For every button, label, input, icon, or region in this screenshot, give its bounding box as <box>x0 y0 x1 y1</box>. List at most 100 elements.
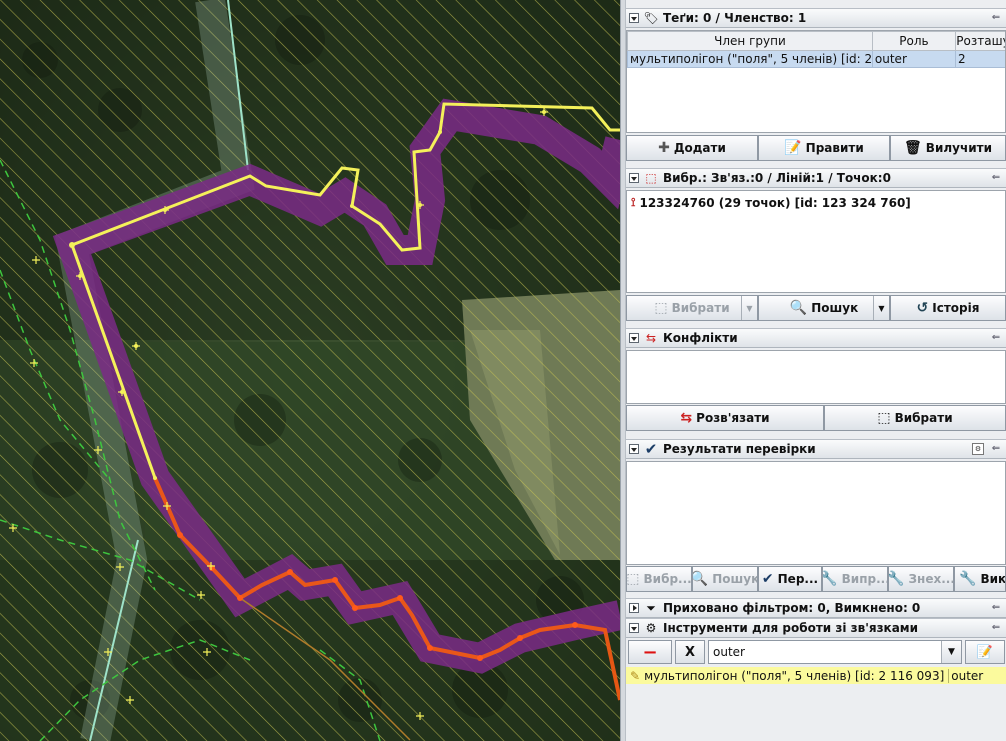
validation-search-label: Пошук <box>712 572 758 586</box>
select-button-label: Вибрати <box>671 301 730 315</box>
trash-icon: 🗑 <box>904 140 922 156</box>
validation-select-label: Вибр... <box>643 572 692 586</box>
selection-panel-header[interactable]: ⬚ Вибр.: Зв'яз.:0 / Ліній:1 / Точок:0 ⇐ <box>626 168 1006 188</box>
pin-icon[interactable]: ⇐ <box>988 12 1004 24</box>
edit-icon: 📝 <box>976 644 994 660</box>
map-canvas[interactable] <box>0 0 620 741</box>
collapse-toggle[interactable] <box>629 333 639 343</box>
delete-button-label: Вилучити <box>925 141 992 155</box>
apply-role-button[interactable]: 📝 <box>965 640 1005 664</box>
collapse-toggle[interactable] <box>629 173 639 183</box>
expand-toggle[interactable] <box>629 603 639 613</box>
validate-button[interactable]: ✔ Пер... <box>758 566 822 592</box>
resolve-button-label: Розв'язати <box>696 411 770 425</box>
role-combo[interactable]: outer ▼ <box>708 640 962 664</box>
validation-select-button[interactable]: ⬚ Вибр... <box>626 566 692 592</box>
conflicts-select-button[interactable]: ⬚ Вибрати <box>824 405 1006 431</box>
select-icon: ⬚ <box>626 571 640 587</box>
membership-table-area[interactable]: Член групи Роль Розташу мультиполігон ("… <box>626 30 1006 133</box>
position-cell[interactable]: 2 <box>955 50 1005 68</box>
search-button-label: Пошук <box>811 301 859 315</box>
add-button-label: Додати <box>673 141 726 155</box>
select-icon: ⬚ <box>877 410 891 426</box>
chevron-down-icon[interactable]: ▼ <box>873 296 889 320</box>
history-icon: ↺ <box>916 300 929 316</box>
validation-results[interactable] <box>626 461 1006 565</box>
list-item[interactable]: ⟟ 123324760 (29 точок) [id: 123 324 760] <box>631 195 911 210</box>
edit-icon: 📝 <box>784 140 802 156</box>
tag-icon: 🏷 <box>643 11 659 25</box>
settings-icon[interactable]: ⚙ <box>972 443 984 455</box>
filter-panel-title: Приховано фільтром: 0, Вимкнено: 0 <box>663 601 921 615</box>
pin-icon[interactable]: ⇐ <box>988 332 1004 344</box>
pin-icon[interactable]: ⇐ <box>988 622 1004 634</box>
tags-panel-title: Теґи: 0 / Членство: 1 <box>663 11 807 25</box>
add-button[interactable]: ✚ Додати <box>626 135 758 161</box>
ignore-button-label: Знех... <box>908 572 954 586</box>
wrench-icon: 🔧 <box>888 571 905 587</box>
history-button-label: Історія <box>932 301 980 315</box>
multipolygon-icon: ✎ <box>630 668 641 683</box>
fix-button-label: Випр... <box>841 572 888 586</box>
search-icon: 🔍 <box>692 571 709 587</box>
wrench-icon: 🔧 <box>959 571 977 587</box>
validation-search-button[interactable]: 🔍 Пошук <box>692 566 758 592</box>
relation-tools-header[interactable]: ⚙ Інструменти для роботи зі зв'язками ⇐ <box>626 618 1006 638</box>
table-row[interactable]: мультиполігон ("поля", 5 членів) [id: 2 … <box>627 50 1005 68</box>
select-icon: ⬚ <box>654 300 668 316</box>
edit-button[interactable]: 📝 Правити <box>758 135 890 161</box>
conflicts-panel-header[interactable]: ⇆ Конфлікти ⇐ <box>626 328 1006 348</box>
column-header-role[interactable]: Роль <box>871 31 957 51</box>
member-cell[interactable]: мультиполігон ("поля", 5 членів) [id: 2 … <box>627 50 873 68</box>
selection-item-label: 123324760 (29 точок) [id: 123 324 760] <box>639 195 911 210</box>
validation-panel-title: Результати перевірки <box>663 442 816 456</box>
map-view[interactable] <box>0 0 620 741</box>
history-button[interactable]: ↺ Історія <box>890 295 1006 321</box>
relation-tools-title: Інструменти для роботи зі зв'язками <box>663 621 919 635</box>
relation-tools-icon: ⚙ <box>645 621 657 635</box>
wrench-icon: 🔧 <box>823 571 838 587</box>
filter-icon: ⏷ <box>646 600 656 615</box>
way-icon: ⟟ <box>631 195 636 209</box>
edit-button-label: Правити <box>805 141 864 155</box>
clear-button[interactable]: X <box>675 640 705 664</box>
resolve-button[interactable]: ⇆ Розв'язати <box>626 405 824 431</box>
collapse-toggle[interactable] <box>629 444 639 454</box>
validation-panel-header[interactable]: ✔ Результати перевірки ⚙ ⇐ <box>626 439 1006 459</box>
pin-icon[interactable]: ⇐ <box>988 602 1004 614</box>
fix-button[interactable]: 🔧 Випр... <box>822 566 888 592</box>
fix-all-label: Викл <box>980 572 1006 586</box>
relation-item-role: outer <box>948 668 983 683</box>
select-button[interactable]: ⬚ Вибрати ▼ <box>626 295 758 321</box>
collapse-toggle[interactable] <box>629 623 639 633</box>
column-header-member[interactable]: Член групи <box>627 31 873 51</box>
role-combo-value: outer <box>713 645 745 659</box>
fix-all-button[interactable]: 🔧 Викл <box>954 566 1006 592</box>
tags-panel-header[interactable]: 🏷 Теґи: 0 / Членство: 1 ⇐ <box>626 8 1006 28</box>
search-icon: 🔍 <box>789 300 808 316</box>
chevron-down-icon[interactable]: ▼ <box>741 296 757 320</box>
side-panel: 🏷 Теґи: 0 / Членство: 1 ⇐ Член групи Рол… <box>626 0 1006 741</box>
filter-panel-header[interactable]: ⏷ Приховано фільтром: 0, Вимкнено: 0 ⇐ <box>626 598 1006 618</box>
conflict-icon: ⇆ <box>645 331 657 345</box>
column-header-position[interactable]: Розташу <box>955 31 1005 51</box>
conflicts-list[interactable] <box>626 350 1006 404</box>
chevron-down-icon[interactable]: ▼ <box>941 641 961 663</box>
conflicts-select-label: Вибрати <box>894 411 953 425</box>
ignore-button[interactable]: 🔧 Знех... <box>888 566 954 592</box>
checkmark-icon: ✔ <box>644 440 658 458</box>
pin-icon[interactable]: ⇐ <box>988 443 1004 455</box>
relation-list-item[interactable]: ✎ мультиполігон ("поля", 5 членів) [id: … <box>626 667 1006 684</box>
selection-panel-title: Вибр.: Зв'яз.:0 / Ліній:1 / Точок:0 <box>663 171 891 185</box>
selection-list[interactable]: ⟟ 123324760 (29 точок) [id: 123 324 760] <box>626 190 1006 293</box>
validate-button-label: Пер... <box>777 572 819 586</box>
selection-icon: ⬚ <box>645 171 657 185</box>
search-button[interactable]: 🔍 Пошук ▼ <box>758 295 890 321</box>
collapse-toggle[interactable] <box>629 13 639 23</box>
delete-button[interactable]: 🗑 Вилучити <box>890 135 1006 161</box>
role-cell[interactable]: outer <box>871 50 957 68</box>
remove-button[interactable]: − <box>628 640 672 664</box>
pin-icon[interactable]: ⇐ <box>988 172 1004 184</box>
membership-table[interactable]: Член групи Роль Розташу мультиполігон ("… <box>627 31 1005 68</box>
conflict-icon: ⇆ <box>680 410 693 426</box>
